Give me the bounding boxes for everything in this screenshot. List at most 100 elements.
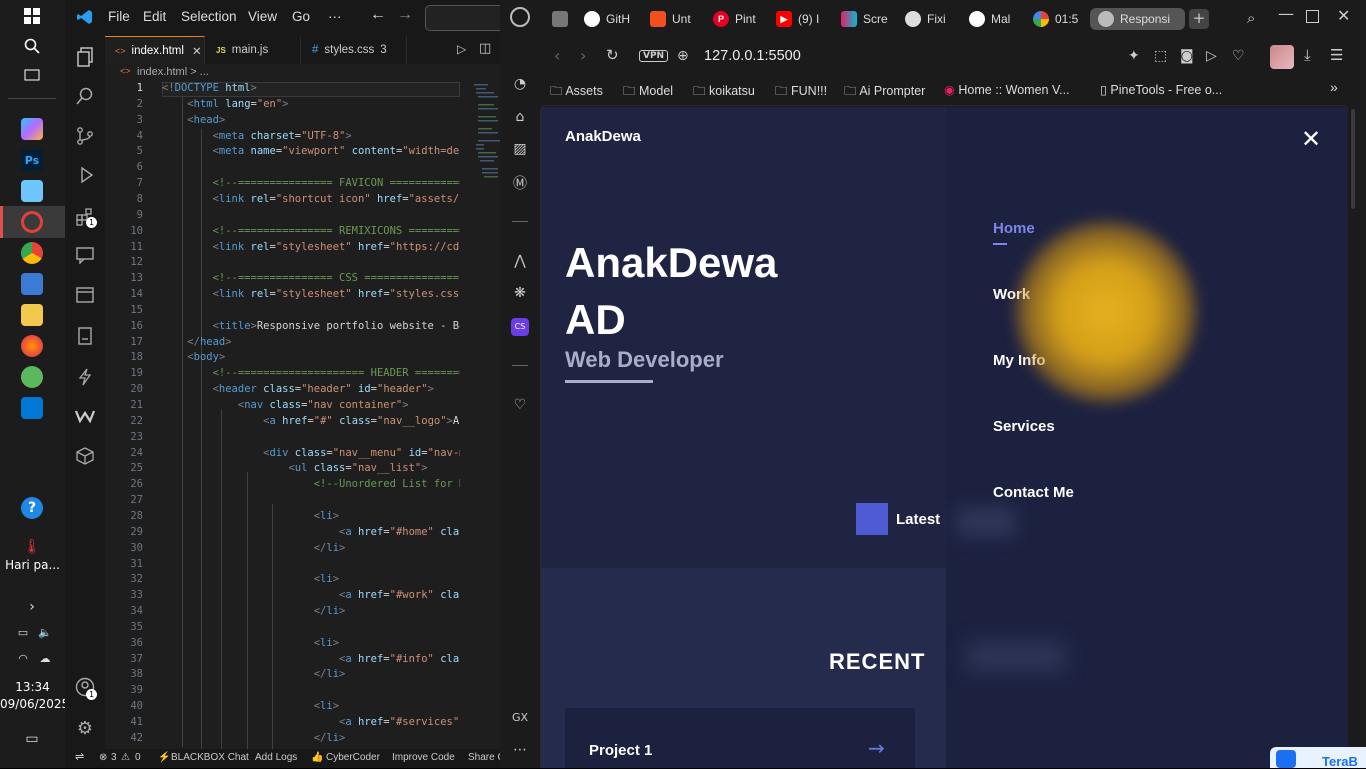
code-line[interactable]: <a href="#home" class="	[162, 526, 460, 538]
browser-tab[interactable]: Unt	[650, 8, 698, 30]
code-line[interactable]: <li>	[162, 637, 460, 649]
task-view-icon[interactable]	[17, 63, 47, 87]
code-line[interactable]: <header class="header" id="header">	[162, 383, 460, 395]
project-card[interactable]: Project 1 →	[565, 708, 915, 768]
menu-selection[interactable]: Selection	[181, 9, 237, 24]
vpn-badge[interactable]: VPN	[639, 50, 669, 62]
reload-icon[interactable]: ↻	[606, 46, 619, 64]
nav-link-services[interactable]: Services	[993, 418, 1055, 435]
browser-tab[interactable]: ▶ (9) I	[776, 8, 824, 30]
warning-count[interactable]: 0	[135, 752, 141, 763]
download-icon[interactable]: ⤓	[1304, 46, 1311, 64]
code-line[interactable]: <!--=============== CSS ===============	[162, 272, 460, 284]
code-line[interactable]: <link rel="stylesheet" href="styles.css"	[162, 288, 460, 300]
bookmark-women-v[interactable]: ◉ Home :: Women V...	[944, 82, 1070, 97]
code-editor[interactable]: 1 <!DOCTYPE html> 2 <html lang="en"> 3 <hea…	[105, 82, 525, 749]
chat-icon[interactable]	[74, 244, 96, 266]
weather-label[interactable]: Hari pa...	[0, 558, 65, 572]
bookmark-koikatsu[interactable]: 🗀 koikatsu	[693, 82, 755, 103]
nav-link-contact[interactable]: Contact Me	[993, 484, 1074, 501]
browser-tab[interactable]: Fixi	[905, 8, 953, 30]
code-line[interactable]: <div class="nav__menu" id="nav-menu	[162, 447, 460, 459]
back-icon[interactable]: ‹	[554, 46, 560, 65]
url-field[interactable]: 127.0.0.1:5500	[704, 48, 801, 64]
help-icon[interactable]: ?	[21, 497, 43, 519]
code-line[interactable]: </li>	[162, 668, 460, 680]
aria-icon[interactable]: ⋀	[510, 251, 530, 271]
browser-tab[interactable]: Mal	[969, 8, 1017, 30]
code-line[interactable]: <a href="#services" cla	[162, 716, 460, 728]
code-line[interactable]: </li>	[162, 732, 460, 744]
notification-icon[interactable]: ▭	[17, 727, 47, 751]
code-line[interactable]: <li>	[162, 573, 460, 585]
nav-link-home[interactable]: Home	[993, 220, 1035, 237]
firefox-icon[interactable]	[21, 335, 43, 357]
speed-dial-icon[interactable]: ◔	[510, 74, 530, 94]
code-line[interactable]: <!--=============== FAVICON ============…	[162, 177, 460, 189]
explorer-icon[interactable]	[74, 46, 96, 68]
remote-icon[interactable]: ⇌	[75, 750, 84, 763]
copilot-icon[interactable]	[21, 118, 43, 140]
code-line[interactable]: <nav class="nav container">	[162, 399, 460, 411]
bookmark-ai-prompter[interactable]: 🗀 Ai Prompter	[844, 82, 925, 103]
terabox-widget[interactable]: TeraB	[1270, 747, 1366, 769]
code-line[interactable]: <li>	[162, 700, 460, 712]
settings-gear-icon[interactable]: ⚙	[74, 717, 96, 739]
cs-app-icon[interactable]: CS	[511, 318, 529, 336]
snapshot-icon[interactable]: ⬚	[1154, 48, 1167, 64]
code-line[interactable]: <body>	[162, 351, 460, 363]
keyboard-icon[interactable]	[21, 273, 43, 295]
page-scrollbar[interactable]	[1348, 107, 1366, 768]
browser-tab[interactable]: Scre	[841, 8, 889, 30]
menu-view[interactable]: View	[248, 9, 277, 24]
code-line[interactable]: <link rel="shortcut icon" href="assets/i…	[162, 193, 460, 205]
browser-tab[interactable]: GitH	[584, 8, 636, 30]
green-app-icon[interactable]	[21, 366, 43, 388]
more-icon[interactable]: ⋯	[510, 740, 530, 760]
status-add-logs[interactable]: Add Logs	[255, 752, 297, 763]
status-blackbox-chat[interactable]: BLACKBOX Chat	[171, 752, 249, 763]
w-logo-icon[interactable]	[74, 405, 96, 427]
chevron-up-icon[interactable]: ›	[17, 595, 47, 619]
easy-setup-icon[interactable]: ☰	[1330, 46, 1343, 64]
chatgpt-icon[interactable]: ❋	[510, 283, 530, 303]
search-icon[interactable]	[17, 34, 47, 58]
code-line[interactable]: </head>	[162, 336, 460, 348]
notepad-icon[interactable]	[21, 180, 43, 202]
vscode-icon[interactable]	[21, 397, 43, 419]
source-control-icon[interactable]	[74, 125, 96, 147]
code-line[interactable]: <!DOCTYPE html>	[162, 82, 460, 94]
run-file-icon[interactable]: ▷	[457, 42, 466, 56]
chrome-icon[interactable]	[21, 242, 43, 264]
code-line[interactable]: <ul class="nav__list">	[162, 462, 460, 474]
minimap[interactable]	[472, 82, 500, 749]
chevron-more-icon[interactable]: »	[1330, 79, 1338, 95]
hot-tabs-icon[interactable]: ⌂	[510, 107, 530, 127]
warning-icon[interactable]: ⚠	[121, 752, 130, 763]
code-line[interactable]: <link rel="stylesheet" href="https://cdn	[162, 241, 460, 253]
latest-label[interactable]: Latest	[896, 511, 940, 528]
tab-styles-css[interactable]: # styles.css 3	[302, 36, 407, 64]
new-tab-button[interactable]: +	[1189, 9, 1209, 29]
bookmark-model[interactable]: 🗀 Model	[623, 82, 673, 103]
close-menu-icon[interactable]: ✕	[1301, 125, 1321, 153]
site-logo[interactable]: AnakDewa	[565, 128, 641, 145]
search-tabs-icon[interactable]: ⌕	[1247, 9, 1255, 27]
m-icon[interactable]: Ⓜ	[510, 173, 530, 193]
code-line[interactable]: <!--Unordered List for Menu	[162, 478, 460, 490]
clock-date[interactable]: 09/06/2025	[0, 697, 69, 711]
remote-explorer-icon[interactable]	[74, 284, 96, 306]
menu-more[interactable]: ···	[328, 9, 342, 24]
code-line[interactable]: <meta name="viewport" content="width=dev…	[162, 145, 460, 157]
error-count[interactable]: 3	[111, 752, 117, 763]
code-line[interactable]: <meta charset="UTF-8">	[162, 130, 460, 142]
browser-tab[interactable]: 01:5	[1033, 8, 1081, 30]
command-center-search[interactable]	[425, 5, 505, 31]
tab-index-html[interactable]: <> index.html ✕	[105, 36, 205, 64]
bookmark-assets[interactable]: 🗀 Assets	[550, 82, 603, 103]
forward-arrow-icon[interactable]: →	[397, 6, 413, 24]
minimize-icon[interactable]: —	[1278, 4, 1294, 23]
code-line[interactable]: <title>Responsive portfolio website - Be…	[162, 320, 460, 332]
code-line[interactable]: <!--=============== REMIXICONS =========…	[162, 225, 460, 237]
clock-time[interactable]: 13:34	[0, 680, 65, 694]
